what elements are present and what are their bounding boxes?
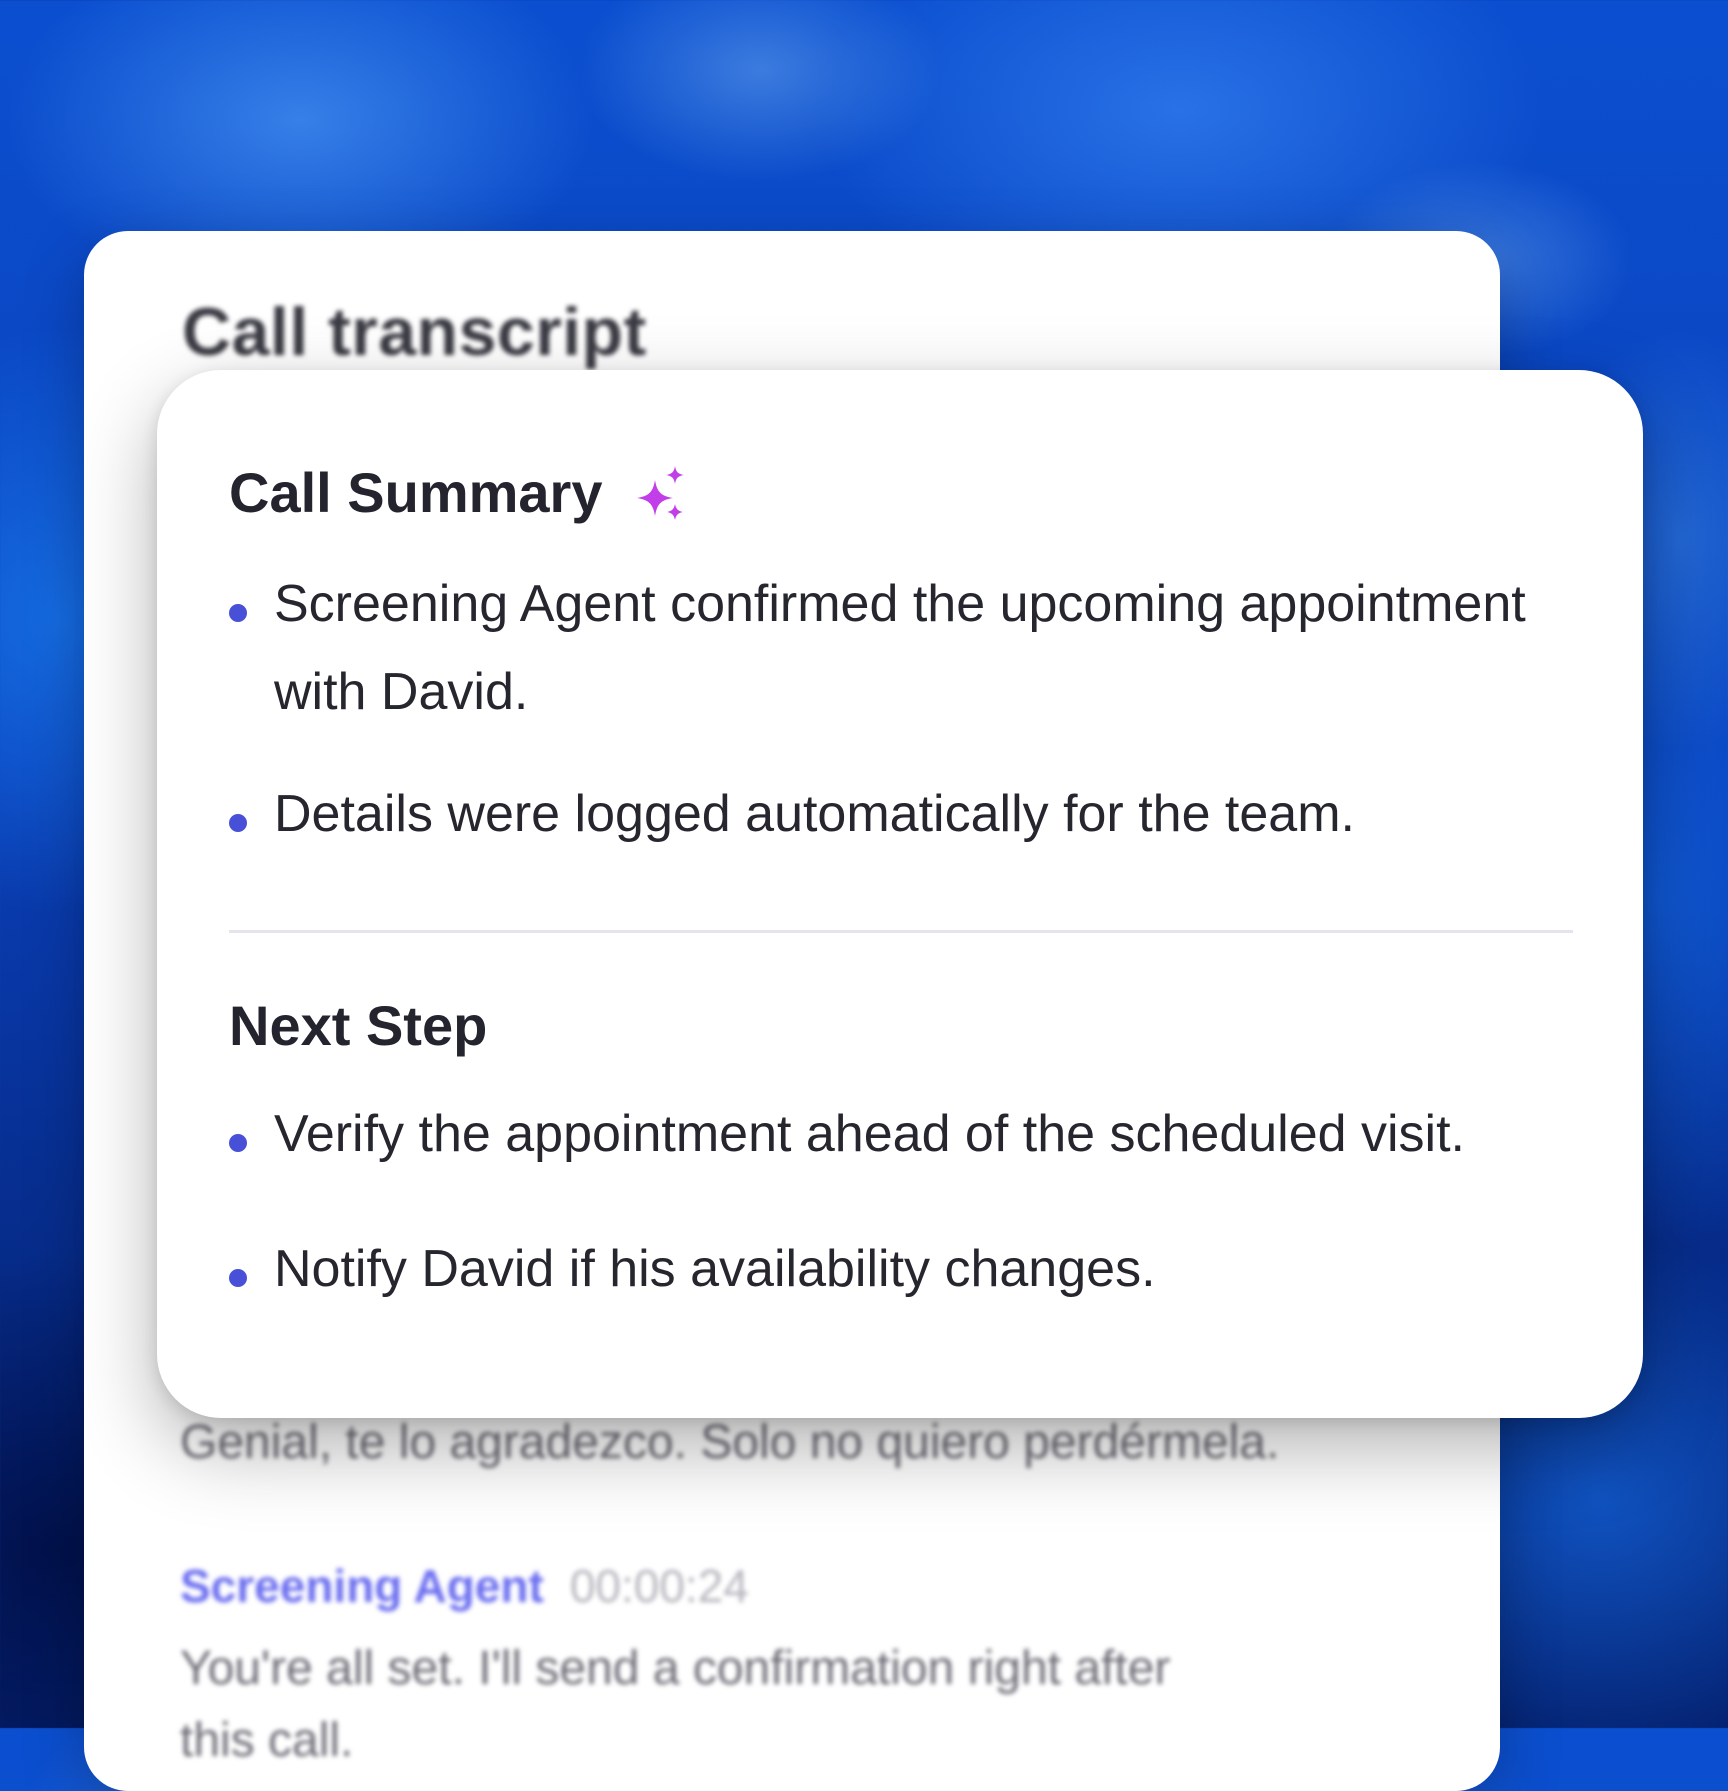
- transcript-title: Call transcript: [182, 294, 647, 370]
- section-divider: [229, 930, 1573, 933]
- next-step-item-text: Notify David if his availability changes…: [274, 1240, 1156, 1298]
- sparkle-icon: [637, 466, 684, 520]
- speaker-name: Screening Agent: [180, 1560, 544, 1612]
- call-summary-title: Call Summary: [229, 461, 603, 524]
- transcript-message: this call.: [180, 1714, 354, 1767]
- transcript-speaker-row: Screening Agent 00:00:24: [180, 1559, 749, 1613]
- call-summary-card: Call Summary Screening Agent confirmed t…: [157, 370, 1643, 1418]
- transcript-message: Genial, te lo agradezco. Solo no quiero …: [180, 1416, 1280, 1469]
- transcript-message: You're all set. I'll send a confirmation…: [180, 1642, 1171, 1695]
- bullet-icon: [229, 1134, 247, 1152]
- message-timestamp: 00:00:24: [569, 1560, 749, 1612]
- next-step-title: Next Step: [229, 994, 488, 1057]
- next-step-item-text: Verify the appointment ahead of the sche…: [274, 1105, 1465, 1163]
- summary-item-text: Screening Agent confirmed the upcoming a…: [274, 575, 1526, 721]
- summary-item-text: Details were logged automatically for th…: [274, 785, 1355, 843]
- bullet-icon: [229, 1269, 247, 1287]
- bullet-icon: [229, 814, 247, 832]
- bullet-icon: [229, 604, 247, 622]
